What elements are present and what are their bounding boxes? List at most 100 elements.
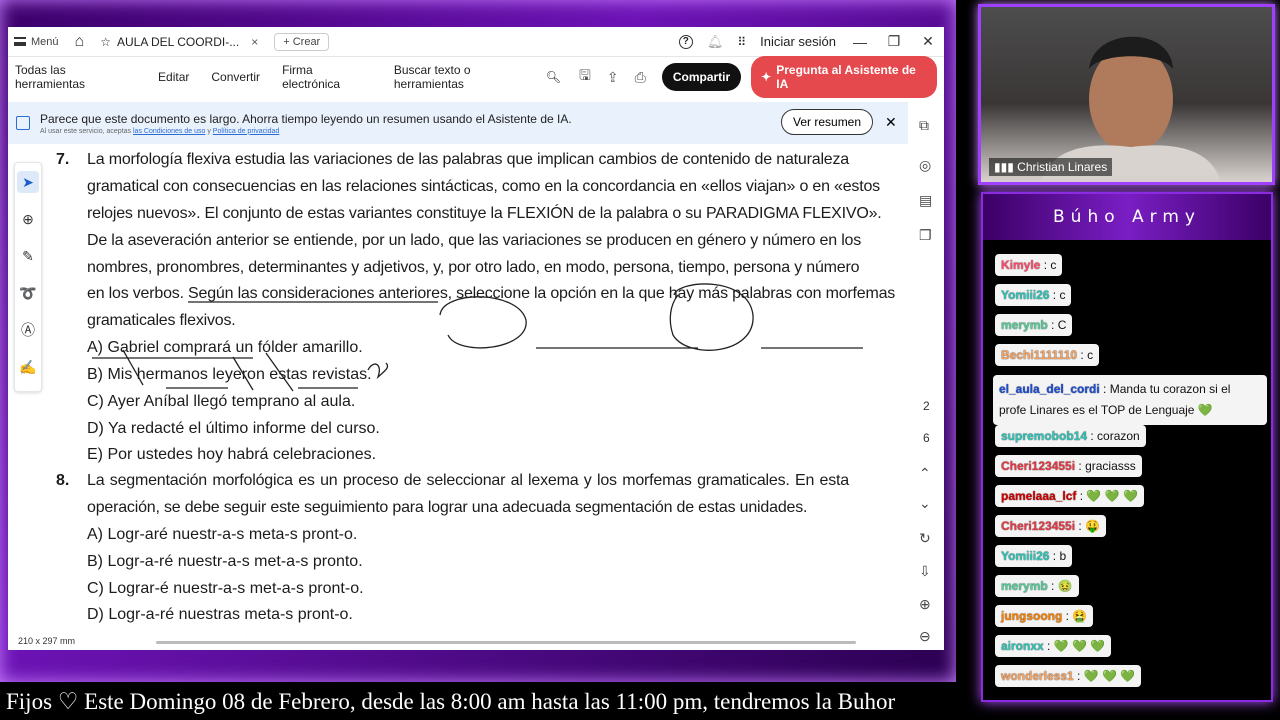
chat-message: el_aula_del_cordi : Manda tu corazon si … — [993, 375, 1267, 425]
presenter-name: ▮▮▮ Christian Linares — [989, 158, 1113, 176]
banner-text: Parece que este documento es largo. Ahor… — [40, 111, 572, 126]
hamburger-icon — [14, 37, 26, 46]
total-pages: 6 — [923, 431, 930, 445]
circle-stroke — [439, 296, 527, 349]
webcam-video — [981, 7, 1272, 182]
view-summary-button[interactable]: Ver resumen — [781, 109, 874, 135]
page-down-icon[interactable]: ⌄ — [919, 495, 931, 512]
bell-icon[interactable]: 🔔︎ — [707, 34, 724, 50]
circle-stroke — [669, 283, 754, 351]
chat-username[interactable]: merymb — [1001, 579, 1048, 593]
document-tab[interactable]: ☆ AULA DEL COORDI-... × — [94, 35, 264, 49]
chat-username[interactable]: jungsoong — [1001, 609, 1062, 623]
chat-message: wonderless1 : 💚 💚 💚 — [995, 665, 1142, 687]
chat-username[interactable]: Yomiii26 — [1001, 288, 1049, 302]
menu-label: Menú — [31, 35, 59, 48]
bookmark-panel-icon[interactable]: ▤ — [919, 192, 932, 209]
presenter-head — [1089, 45, 1173, 153]
create-button[interactable]: + Crear — [274, 32, 330, 51]
chat-text: : corazon — [1087, 429, 1140, 443]
pdf-viewer-window: Menú ⌂ ☆ AULA DEL COORDI-... × + Crear ?… — [8, 27, 944, 650]
close-tab-icon[interactable]: × — [251, 35, 258, 49]
chat-message: Yomiii26 : c — [995, 284, 1072, 306]
chat-text: : 🤢 — [1047, 579, 1073, 593]
ai-panel-icon[interactable]: ⧉ — [919, 117, 929, 134]
minimize-icon[interactable]: — — [850, 34, 870, 50]
slash-stroke — [122, 349, 144, 386]
current-page: 2 — [923, 399, 930, 413]
chat-text: : C — [1047, 318, 1067, 332]
page-up-icon[interactable]: ⌃ — [919, 465, 931, 482]
privacy-link[interactable]: Política de privacidad — [213, 128, 280, 135]
chat-username[interactable]: wonderless1 — [1001, 669, 1074, 683]
print-icon[interactable]: ⎙ — [635, 69, 646, 86]
signature-icon[interactable]: ✍ — [17, 356, 39, 378]
chat-message: merymb : 🤢 — [995, 575, 1079, 597]
close-banner-icon[interactable]: ✕ — [885, 114, 897, 131]
chat-username[interactable]: merymb — [1001, 318, 1048, 332]
chat-text: : 🤑 — [1075, 519, 1101, 533]
zoom-out-icon[interactable]: ⊖ — [919, 628, 931, 645]
esign-menu[interactable]: Firma electrónica — [282, 63, 372, 91]
chat-text: : graciasss — [1075, 459, 1136, 473]
search-tools[interactable]: Buscar texto o herramientas 🔍︎ — [394, 63, 561, 91]
chat-username[interactable]: aironxx — [1001, 639, 1044, 653]
presenter-silhouette — [1041, 36, 1221, 182]
chat-username[interactable]: pamelaaa_lcf — [1001, 489, 1076, 503]
share-button[interactable]: Compartir — [661, 63, 742, 91]
pen-icon[interactable]: ✎ — [17, 245, 39, 267]
chat-message: merymb : C — [995, 314, 1073, 336]
horizontal-scrollbar[interactable] — [156, 641, 856, 644]
chat-username[interactable]: Kimyle — [1001, 258, 1040, 272]
ai-summary-banner: Parece que este documento es largo. Ahor… — [8, 102, 908, 144]
tab-title: AULA DEL COORDI-... — [116, 34, 240, 49]
left-tool-rail: ➤ ⊕ ✎ ➰ Ⓐ ✍ — [14, 162, 42, 392]
star-icon[interactable]: ☆ — [100, 35, 111, 49]
zoom-in-icon[interactable]: ⊕ — [919, 596, 931, 613]
save-icon[interactable]: 🖫 — [579, 65, 591, 89]
lasso-icon[interactable]: ➰ — [17, 282, 39, 304]
chat-username[interactable]: el_aula_del_cordi — [999, 382, 1100, 396]
chat-username[interactable]: Bechi1111110 — [1001, 348, 1077, 362]
ai-summary-icon — [16, 116, 30, 130]
convert-menu[interactable]: Convertir — [211, 70, 260, 84]
edit-menu[interactable]: Editar — [158, 70, 189, 84]
slash-stroke — [265, 352, 294, 392]
comment-icon[interactable]: ⊕ — [17, 208, 39, 230]
sign-in-button[interactable]: Iniciar sesión — [760, 34, 836, 49]
text-select-icon[interactable]: Ⓐ — [17, 319, 39, 341]
chat-text: : 💚 💚 💚 — [1076, 489, 1138, 503]
terms-link[interactable]: las Condiciones de uso — [133, 128, 205, 135]
comments-panel-icon[interactable]: ◎ — [919, 157, 931, 174]
toolbar: Todas las herramientas Editar Convertir … — [8, 56, 944, 98]
select-cursor-icon[interactable]: ➤ — [17, 171, 39, 193]
chat-message: pamelaaa_lcf : 💚 💚 💚 — [995, 485, 1144, 507]
chat-message: Cheri123455i : 🤑 — [995, 515, 1107, 537]
slash-stroke — [232, 356, 254, 391]
right-rail: ⧉ ◎ ▤ ❐ 2 6 ⌃ ⌄ ↻ ⇩ ⊕ ⊖ — [911, 107, 944, 647]
menu-button[interactable]: Menú — [14, 36, 59, 48]
all-tools-menu[interactable]: Todas las herramientas — [15, 63, 136, 91]
chat-text: : 💚 💚 💚 — [1073, 669, 1136, 683]
chat-username[interactable]: Yomiii26 — [1001, 549, 1049, 563]
legal-and: y — [207, 127, 211, 135]
apps-grid-icon[interactable]: ⠿ — [737, 35, 746, 49]
chat-username[interactable]: Cheri123455i — [1001, 519, 1075, 533]
webcam-frame: ▮▮▮ Christian Linares — [978, 4, 1275, 185]
chat-username[interactable]: supremobob14 — [1001, 429, 1087, 443]
legal-prefix: Al usar este servicio, aceptas — [40, 127, 132, 135]
chat-username[interactable]: Cheri123455i — [1001, 459, 1075, 473]
pages-panel-icon[interactable]: ❐ — [919, 227, 932, 244]
home-icon[interactable]: ⌂ — [75, 33, 85, 51]
ai-assistant-label: Pregunta al Asistente de IA — [776, 63, 916, 91]
close-window-icon[interactable]: ✕ — [918, 33, 938, 50]
restore-icon[interactable]: ❐ — [884, 33, 904, 50]
upload-icon[interactable]: ⇪ — [607, 69, 619, 86]
signal-icon: ▮▮▮ — [994, 160, 1014, 174]
download-icon[interactable]: ⇩ — [919, 563, 931, 580]
handwritten-annotations — [92, 283, 863, 392]
help-icon[interactable]: ? — [678, 34, 693, 49]
ai-assistant-button[interactable]: ✦ Pregunta al Asistente de IA — [751, 56, 937, 98]
refresh-icon[interactable]: ↻ — [919, 530, 931, 547]
chat-title: Búho Army — [983, 194, 1271, 240]
